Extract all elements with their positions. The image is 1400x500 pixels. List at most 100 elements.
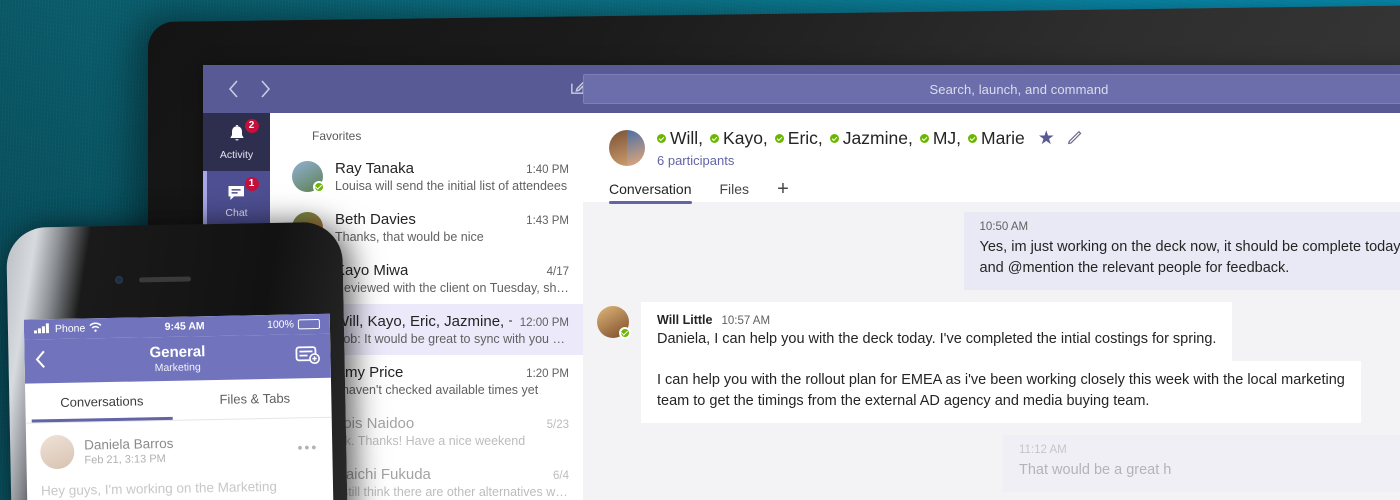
chat-item-preview: I haven't checked available times yet: [335, 383, 539, 397]
tab-conversation[interactable]: Conversation: [609, 181, 692, 204]
favorites-section-label: Favorites: [312, 129, 362, 143]
wifi-icon: [89, 322, 102, 335]
phone-tab-conversations[interactable]: Conversations: [25, 381, 179, 423]
participant-name[interactable]: Marie: [968, 128, 1025, 149]
back-button[interactable]: [217, 73, 249, 105]
battery-percent-label: 100%: [266, 318, 295, 332]
participant-name[interactable]: Will,: [657, 128, 703, 149]
phone-body-line1: Hey guys, I'm working on the Marketing I…: [40, 478, 278, 499]
chat-item-name: Will, Kayo, Eric, Jazmine, +2: [335, 313, 512, 330]
phone-clock: 9:45 AM: [164, 320, 205, 333]
earpiece-speaker: [138, 276, 192, 283]
presence-available-icon: [968, 134, 978, 143]
chat-item-preview: I still think there are other alternativ…: [335, 485, 569, 499]
activity-badge: 2: [243, 117, 260, 134]
message-text: Yes, im just working on the deck now, it…: [979, 239, 1400, 255]
presence-available-icon: [657, 134, 666, 143]
chat-item-name: Amy Price: [335, 364, 404, 381]
group-avatar[interactable]: [609, 129, 645, 166]
message-row: Will Little 10:57 AM Daniela, I can help y…: [583, 302, 1400, 362]
participant-name[interactable]: Jazmine,: [829, 128, 913, 149]
phone-message-date: Feb 21, 3:13 PM: [84, 452, 166, 467]
participant-name[interactable]: Eric,: [774, 128, 823, 149]
chat-badge: 1: [243, 175, 260, 192]
message-bubble[interactable]: I can help you with the rollout plan for…: [641, 361, 1361, 424]
participant-label: Eric,: [787, 128, 823, 148]
message-stream: 10:50 AM Yes, im just working on the deck…: [583, 202, 1400, 500]
message-sender: Will Little: [657, 313, 713, 328]
search-input[interactable]: Search, launch, and command: [583, 74, 1400, 104]
message-bubble[interactable]: Will Little 10:57 AM Daniela, I can help y…: [641, 302, 1233, 362]
star-filled-icon[interactable]: ★: [1038, 127, 1055, 150]
phone-navbar: General Marketing: [24, 333, 331, 384]
message-time: 10:50 AM: [979, 221, 1029, 233]
chat-list-item[interactable]: Ray Tanaka 1:40 PM Louisa will send the in…: [270, 151, 583, 202]
message-text-continued: and @mention the relevant people for fee…: [979, 260, 1290, 277]
battery-full-icon: [297, 318, 320, 330]
chat-item-time: 12:00 PM: [519, 317, 569, 329]
participant-name-list: Will, Kayo, Eric, Jazmine, MJ, Marie ★: [657, 127, 1084, 150]
conversation-pane: Will, Kayo, Eric, Jazmine, MJ, Marie ★ 6 parti…: [583, 113, 1400, 500]
chat-item-preview: Louisa will send the initial list of att…: [335, 179, 568, 193]
participant-label: Kayo,: [723, 128, 768, 148]
rail-item-chat[interactable]: 1 Chat: [203, 171, 270, 229]
chat-item-name: Beth Davies: [335, 211, 416, 228]
phone-message-body: Hey guys, I'm working on the Marketing I…: [41, 476, 321, 500]
chat-item-time: 1:43 PM: [526, 215, 569, 227]
rail-item-activity-label: Activity: [219, 148, 254, 161]
tab-files[interactable]: Files: [720, 181, 750, 204]
message-bubble[interactable]: 10:50 AM Yes, im just working on the deck…: [963, 212, 1400, 291]
chat-item-time: 1:40 PM: [526, 164, 569, 176]
chat-item-time: 1:20 PM: [526, 368, 569, 380]
participants-count[interactable]: 6 participants: [657, 153, 1084, 168]
participant-name[interactable]: Kayo,: [710, 128, 768, 149]
chat-item-name: Lois Naidoo: [335, 415, 415, 432]
presence-available-icon: [919, 134, 929, 143]
participant-name[interactable]: MJ,: [919, 128, 962, 149]
presence-available-icon: [619, 327, 631, 340]
window-titlebar: Search, launch, and command: [203, 65, 1400, 113]
phone-message: Daniela Barros Feb 21, 3:13 PM ••• Hey g…: [26, 418, 334, 500]
chat-item-time: 5/23: [546, 419, 569, 431]
presence-available-icon: [829, 134, 839, 143]
message-time: 10:57 AM: [721, 315, 771, 328]
signal-bars-icon: [33, 322, 51, 336]
carrier-label: Phone: [54, 322, 86, 336]
chat-item-name: Daichi Fukuda: [335, 466, 431, 483]
rail-item-chat-label: Chat: [225, 206, 248, 219]
presence-available-icon: [774, 134, 784, 143]
pencil-edit-icon[interactable]: [1067, 128, 1084, 150]
message-text-continued: team to get the timings from the externa…: [657, 393, 1150, 410]
participant-label: Will,: [670, 128, 704, 148]
message-text: That would be a great h: [1019, 462, 1172, 479]
iphone-device: Phone 9:45 AM 100% General Marketing Con…: [6, 221, 348, 500]
teams-mobile-screen: Phone 9:45 AM 100% General Marketing Con…: [23, 313, 334, 500]
phone-tab-files[interactable]: Files & Tabs: [178, 378, 332, 420]
avatar: [39, 434, 75, 470]
forward-button[interactable]: [249, 73, 281, 105]
rail-item-activity[interactable]: 2 Activity: [203, 113, 270, 171]
chat-item-time: 4/17: [546, 266, 569, 278]
message-text: I can help you with the rollout plan for…: [657, 372, 1345, 389]
conversation-header: Will, Kayo, Eric, Jazmine, MJ, Marie ★ 6 parti…: [583, 113, 1400, 202]
chat-item-preview: Thanks, that would be nice: [335, 230, 484, 244]
avatar: [597, 306, 631, 340]
participant-label: Marie: [981, 128, 1025, 148]
chat-item-preview: Ok. Thanks! Have a nice weekend: [335, 434, 526, 448]
chat-bubble-icon: 1: [225, 175, 260, 204]
chat-item-name: Ray Tanaka: [335, 160, 414, 177]
presence-available-icon: [710, 134, 720, 143]
chat-item-preview: Bob: It would be great to sync with you …: [335, 332, 569, 346]
participant-label: MJ,: [932, 128, 962, 148]
message-time: 11:12 AM: [1019, 444, 1067, 457]
phone-tabs: Conversations Files & Tabs: [24, 377, 332, 424]
participant-label: Jazmine,: [842, 128, 913, 148]
phone-message-sender: Daniela Barros: [84, 435, 174, 453]
message-bubble[interactable]: 11:12 AM That would be a great h: [1003, 435, 1400, 493]
ellipsis-icon[interactable]: •••: [297, 439, 318, 455]
message-text: Daniela, I can help you with the deck to…: [657, 331, 1217, 348]
presence-available-icon: [313, 181, 325, 193]
chat-item-time: 6/4: [553, 470, 569, 482]
bell-icon: 2: [225, 117, 260, 146]
search-placeholder: Search, launch, and command: [929, 81, 1109, 97]
